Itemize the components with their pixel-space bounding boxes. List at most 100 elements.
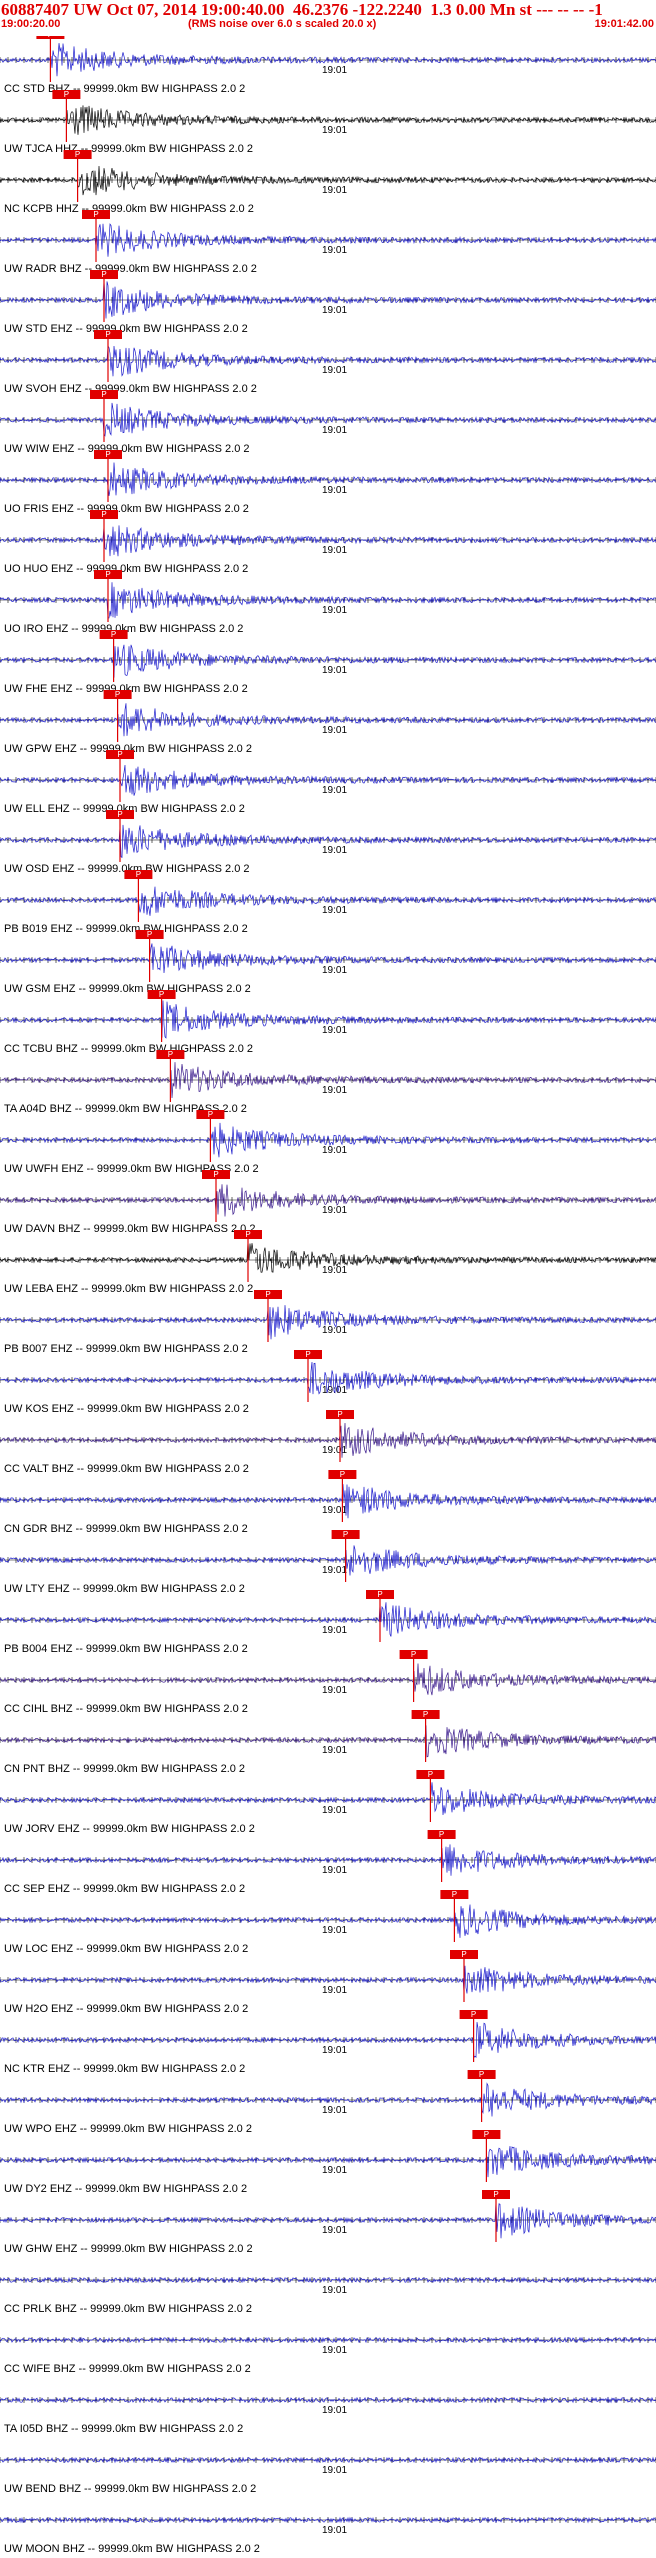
trace-label: UW TJCA HHZ -- 99999.0km BW HIGHPASS 2.0…	[4, 143, 253, 155]
trace: 19:01 P UW RADR BHZ -- 99999.0km BW HIGHPA…	[0, 210, 656, 275]
trace: 19:01 P UW GSM EHZ -- 99999.0km BW HIGHPAS…	[0, 930, 656, 995]
pick-label: P	[377, 1590, 382, 1599]
trace-label: UW WPO EHZ -- 99999.0km BW HIGHPASS 2.0 …	[4, 2123, 252, 2135]
minute-tick-label: 19:01	[322, 1325, 347, 1336]
pick-label: P	[93, 210, 98, 219]
minute-tick-label: 19:01	[322, 65, 347, 76]
event-longitude: -122.2240	[352, 0, 422, 19]
trace-label: CC SEP EHZ -- 99999.0km BW HIGHPASS 2.0 …	[4, 1883, 245, 1895]
pick-label: P	[340, 1470, 345, 1479]
minute-tick-label: 19:01	[322, 245, 347, 256]
pick-label: P	[117, 750, 122, 759]
minute-tick-label: 19:01	[322, 1085, 347, 1096]
event-magnitude: 1.3	[430, 0, 452, 19]
trace: 19:01 P CC VALT BHZ -- 99999.0km BW HIGHPA…	[0, 1410, 656, 1475]
trace: 19:01 P UW LOC EHZ -- 99999.0km BW HIGHPAS…	[0, 1890, 656, 1955]
pick-label: P	[461, 1950, 466, 1959]
trace: 19:01 P UW DAVN BHZ -- 99999.0km BW HIGHPA…	[0, 1170, 656, 1235]
pick-label: P	[75, 150, 80, 159]
trace: 19:01 P PB B007 EHZ -- 99999.0km BW HIGHPA…	[0, 1290, 656, 1355]
event-network: UW	[73, 0, 103, 19]
pick-label: P	[48, 36, 53, 39]
pick-label: P	[439, 1830, 444, 1839]
minute-tick-label: 19:01	[322, 2525, 347, 2536]
trace-label: UO FRIS EHZ -- 99999.0km BW HIGHPASS 2.0…	[4, 503, 249, 515]
trace-label: UW BEND BHZ -- 99999.0km BW HIGHPASS 2.0…	[4, 2483, 256, 2495]
pick-label: P	[105, 330, 110, 339]
minute-tick-label: 19:01	[322, 2465, 347, 2476]
minute-tick-label: 19:01	[322, 2045, 347, 2056]
pick-label: P	[423, 1710, 428, 1719]
pick-label: P	[115, 690, 120, 699]
pick-label: P	[208, 1110, 213, 1119]
trace-label: CC STD BHZ -- 99999.0km BW HIGHPASS 2.0 …	[4, 83, 245, 95]
end-time-label: 19:01:42.00	[594, 18, 654, 30]
trace-label: CC VALT BHZ -- 99999.0km BW HIGHPASS 2.0…	[4, 1463, 249, 1475]
trace: 19:01 P UW SVOH EHZ -- 99999.0km BW HIGHPA…	[0, 330, 656, 395]
minute-tick-label: 19:01	[322, 1445, 347, 1456]
event-origin-time: Oct 07, 2014 19:00:40.00	[106, 0, 285, 19]
event-latitude: 46.2376	[293, 0, 349, 19]
trace: 19:01 P CC TCBU BHZ -- 99999.0km BW HIGHPA…	[0, 990, 656, 1055]
trace: 19:01 TA I05D BHZ -- 99999.0km BW HIGHPAS…	[0, 2396, 656, 2435]
trace: 19:01PUW FHE EHZ -- 99999.0km BW HIGHPAS…	[0, 630, 656, 695]
pick-label: P	[117, 810, 122, 819]
trace: 19:01PUW GPW EHZ -- 99999.0km BW HIGHPAS…	[0, 690, 656, 755]
pick-label: P	[147, 930, 152, 939]
minute-tick-label: 19:01	[322, 605, 347, 616]
plot-header: 60887407 UW Oct 07, 2014 19:00:40.00 46.…	[0, 0, 656, 36]
pick-label: P	[159, 990, 164, 999]
trace: 19:01PUW ELL EHZ -- 99999.0km BW HIGHPAS…	[0, 750, 656, 815]
minute-tick-label: 19:01	[322, 125, 347, 136]
minute-tick-label: 19:01	[322, 725, 347, 736]
event-magnitude-type: Mn	[489, 0, 516, 19]
pick-label: P	[111, 630, 116, 639]
trace: 19:01 CC WIFE BHZ -- 99999.0km BW HIGHPAS…	[0, 2336, 656, 2375]
minute-tick-label: 19:01	[322, 185, 347, 196]
minute-tick-label: 19:01	[322, 2165, 347, 2176]
trace: 19:01 P UO FRIS EHZ -- 99999.0km BW HIGHPA…	[0, 450, 656, 515]
minute-tick-label: 19:01	[322, 1505, 347, 1516]
trace: 19:01 CC PRLK BHZ -- 99999.0km BW HIGHPAS…	[0, 2276, 656, 2315]
trace-label: CC TCBU BHZ -- 99999.0km BW HIGHPASS 2.0…	[4, 1043, 253, 1055]
trace: 19:01 P UW WIW EHZ -- 99999.0km BW HIGHPAS…	[0, 390, 656, 455]
trace: 19:01 P UW LEBA EHZ -- 99999.0km BW HIGHPA…	[0, 1230, 656, 1295]
trace: 19:01PUW OSD EHZ -- 99999.0km BW HIGHPAS…	[0, 810, 656, 875]
pick-label: P	[411, 1650, 416, 1659]
trace: 19:01 P UW WPO EHZ -- 99999.0km BW HIGHPAS…	[0, 2070, 656, 2135]
pick-label: P	[101, 510, 106, 519]
minute-tick-label: 19:01	[322, 485, 347, 496]
trace: 19:01 P UW H2O EHZ -- 99999.0km BW HIGHPAS…	[0, 1950, 656, 2015]
trace: 19:01 P CC CIHL BHZ -- 99999.0km BW HIGHPA…	[0, 1650, 656, 1715]
pick-label: P	[101, 270, 106, 279]
pick-label: P	[305, 1350, 310, 1359]
trace-label: CN PNT BHZ -- 99999.0km BW HIGHPASS 2.0 …	[4, 1763, 245, 1775]
pick-label: P	[343, 1530, 348, 1539]
minute-tick-label: 19:01	[322, 1745, 347, 1756]
minute-tick-label: 19:01	[322, 905, 347, 916]
minute-tick-label: 19:01	[322, 845, 347, 856]
trace-label: CN GDR BHZ -- 99999.0km BW HIGHPASS 2.0 …	[4, 1523, 248, 1535]
event-id: 60887407	[1, 0, 69, 19]
trace-label: UW GSM EHZ -- 99999.0km BW HIGHPASS 2.0 …	[4, 983, 251, 995]
trace-label: UW SVOH EHZ -- 99999.0km BW HIGHPASS 2.0…	[4, 383, 257, 395]
trace: 19:01 P CC SEP EHZ -- 99999.0km BW HIGHPAS…	[0, 1830, 656, 1895]
pick-label: P	[213, 1170, 218, 1179]
trace: 19:01PUW UWFH EHZ -- 99999.0km BW HIGHPA…	[0, 1110, 656, 1175]
trace: 19:01 P UW GHW EHZ -- 99999.0km BW HIGHPAS…	[0, 2190, 656, 2255]
event-depth: 0.00	[455, 0, 486, 19]
minute-tick-label: 19:01	[322, 365, 347, 376]
seismogram-plot: 19:01 P CC STD BHZ -- 99999.0km BW HIGHPAS…	[0, 36, 656, 2555]
trace-label: UO HUO EHZ -- 99999.0km BW HIGHPASS 2.0 …	[4, 563, 248, 575]
minute-tick-label: 19:01	[322, 1925, 347, 1936]
pick-label: P	[493, 2190, 498, 2199]
pick-label: P	[484, 2130, 489, 2139]
trace: 19:01PTA A04D BHZ -- 99999.0km BW HIGHPA…	[0, 1050, 656, 1115]
trace: 19:01 P UW STD EHZ -- 99999.0km BW HIGHPAS…	[0, 270, 656, 335]
trace-label: UW KOS EHZ -- 99999.0km BW HIGHPASS 2.0 …	[4, 1403, 249, 1415]
trace: 19:01 P UW LTY EHZ -- 99999.0km BW HIGHPAS…	[0, 1530, 656, 1595]
pick-label: P	[168, 1050, 173, 1059]
minute-tick-label: 19:01	[322, 665, 347, 676]
trace-label: PB B019 EHZ -- 99999.0km BW HIGHPASS 2.0…	[4, 923, 248, 935]
start-time-label: 19:00:20.00	[1, 18, 61, 30]
